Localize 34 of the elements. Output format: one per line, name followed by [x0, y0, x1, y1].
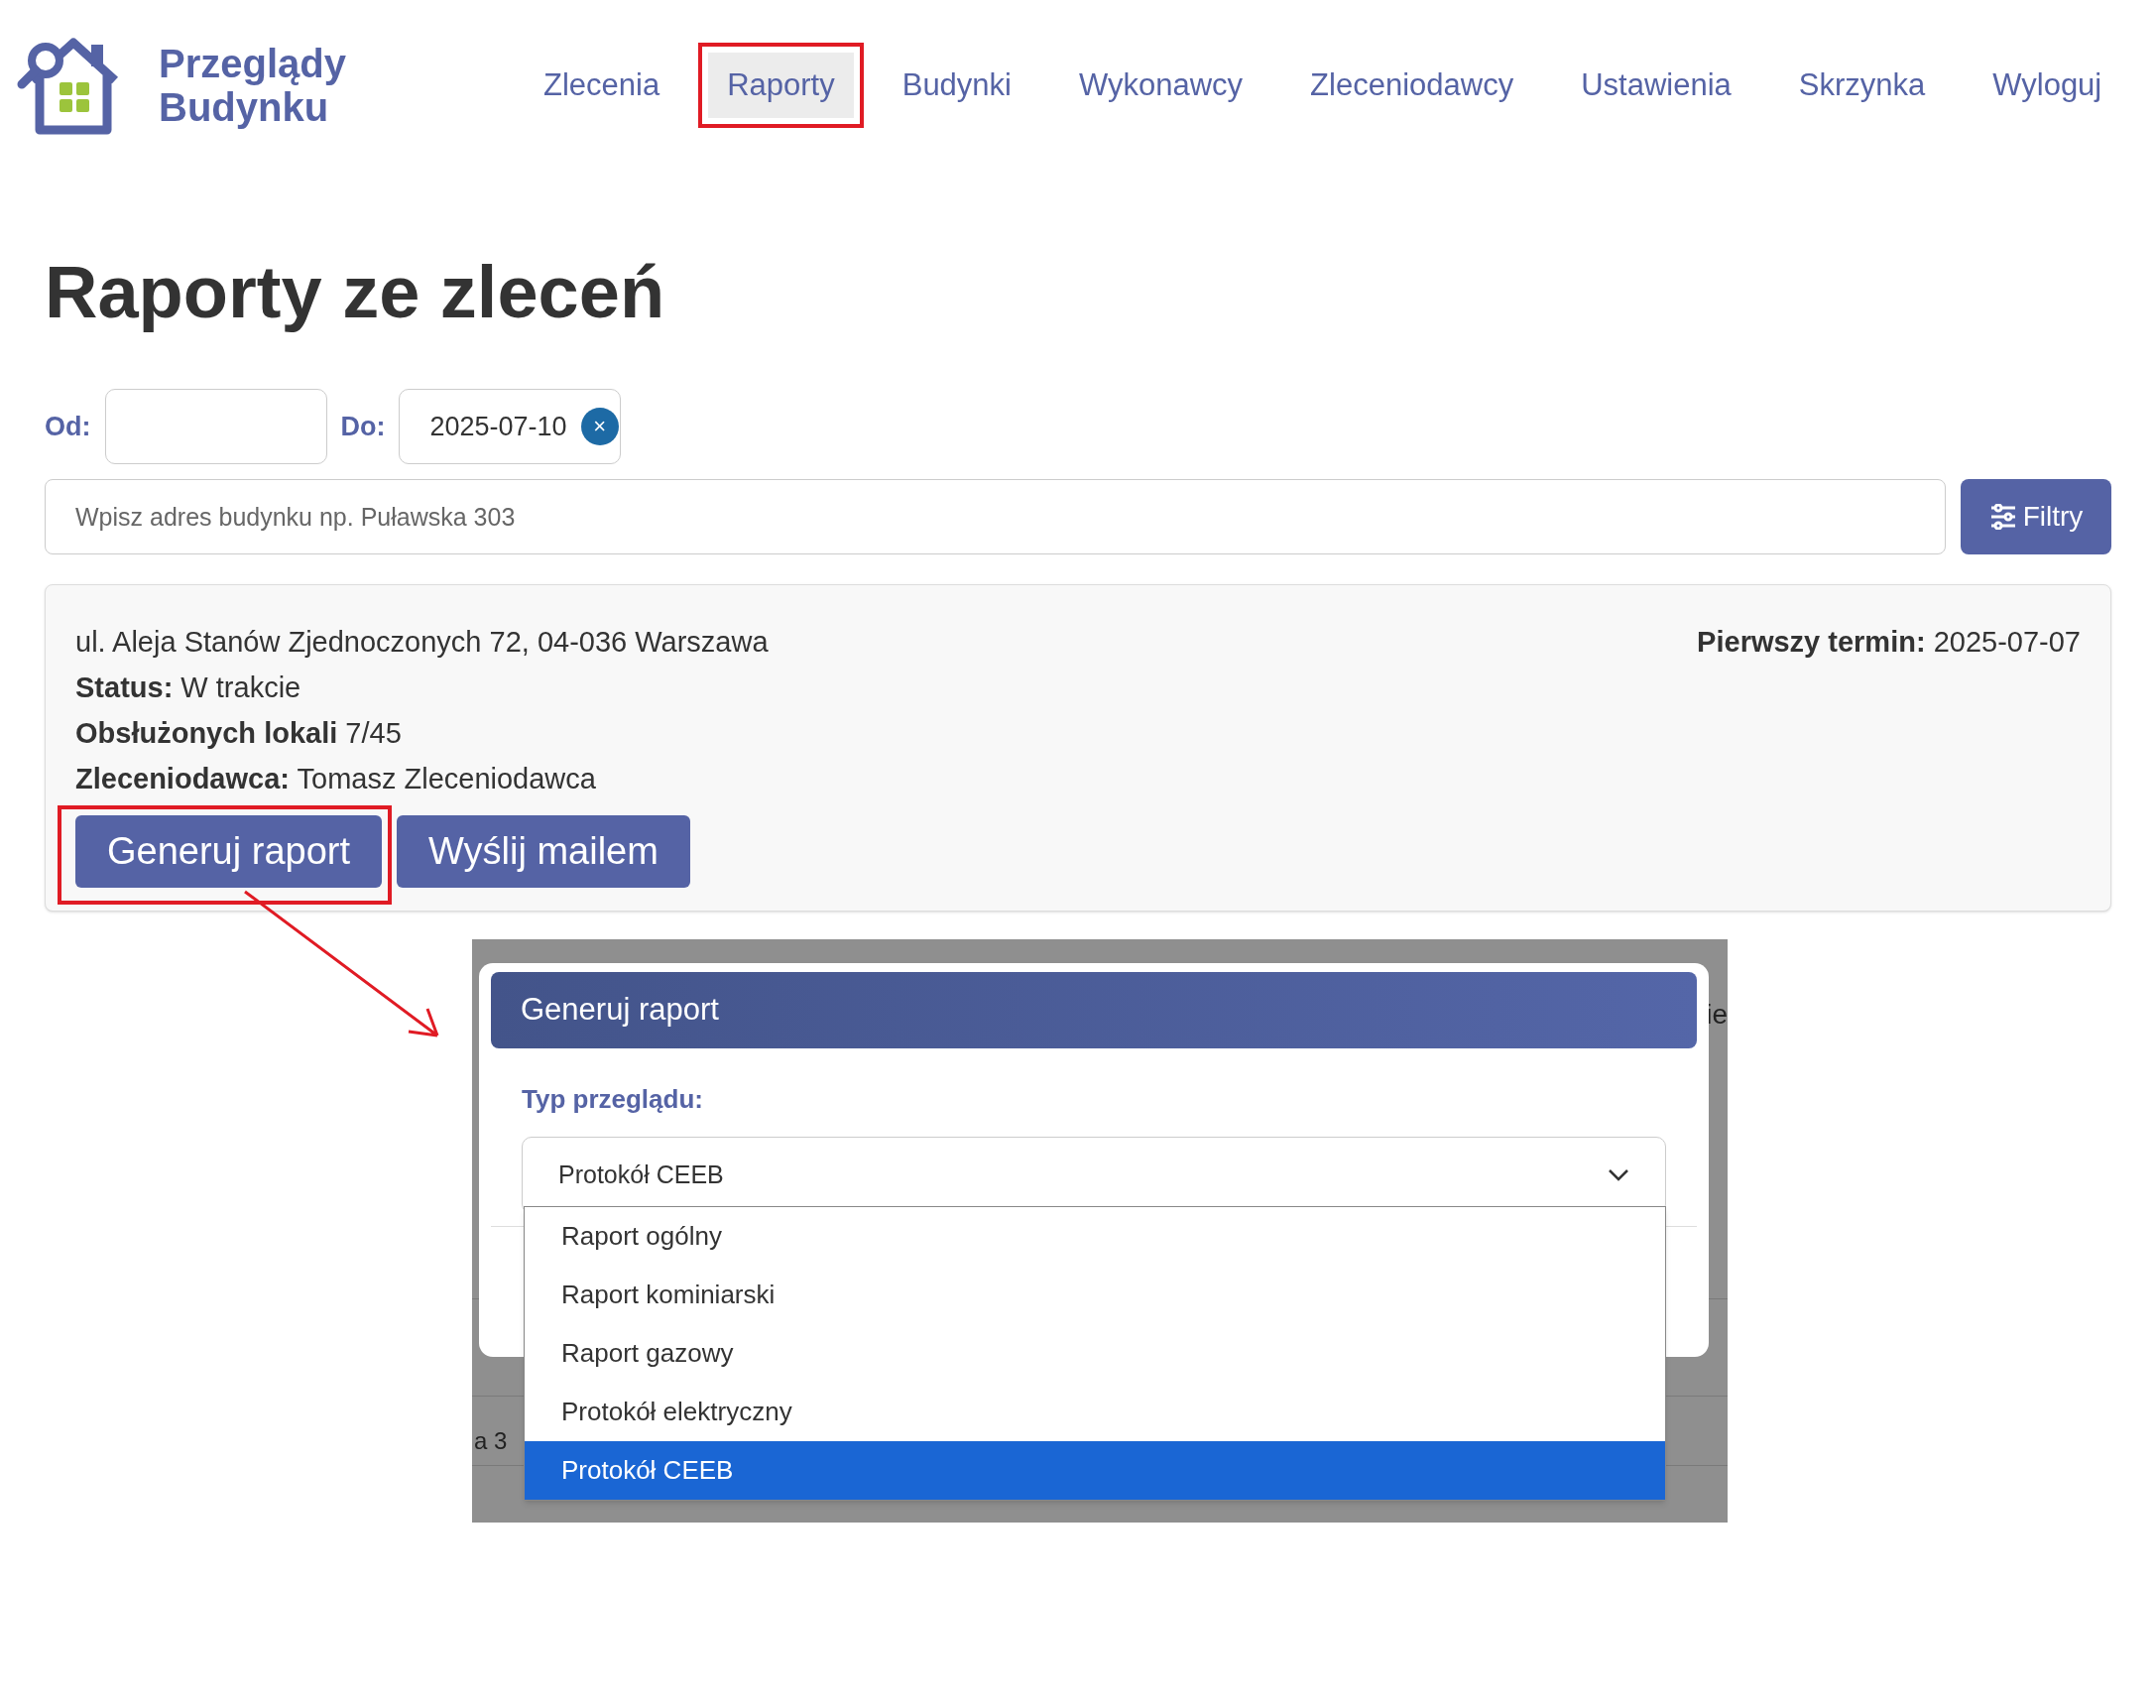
nav-link[interactable]: Raporty — [708, 52, 854, 119]
dropdown-option[interactable]: Raport gazowy — [525, 1324, 1665, 1383]
to-date-field[interactable]: 2025-07-10 × — [399, 389, 622, 464]
dropdown-option[interactable]: Protokół CEEB — [525, 1441, 1665, 1500]
background-text: a 3 — [474, 1426, 508, 1456]
first-term-text: Pierwszy termin: 2025-07-07 — [1697, 625, 2081, 660]
address-text: ul. Aleja Stanów Zjednoczonych 72, 04-036 Warszawa — [75, 625, 769, 660]
dropdown-option[interactable]: Raport kominiarski — [525, 1266, 1665, 1324]
address-search-field[interactable]: Wpisz adres budynku np. Puławska 303 — [45, 479, 1946, 554]
nav-link[interactable]: Budynki — [883, 52, 1030, 119]
nav-link[interactable]: Zleceniodawcy — [1291, 52, 1533, 119]
nav-link[interactable]: Wyloguj — [1974, 52, 2121, 119]
brand-name: Przeglądy — [159, 42, 346, 85]
nav-link[interactable]: Ustawienia — [1562, 52, 1750, 119]
filters-button[interactable]: Filtry — [1961, 479, 2111, 554]
dropdown-option[interactable]: Protokół elektryczny — [525, 1383, 1665, 1441]
from-date-field[interactable] — [104, 389, 327, 464]
page-title: Raporty ze zleceń — [45, 250, 666, 335]
action-button[interactable]: Generuj raport — [75, 815, 382, 888]
detail-text: Zleceniodawca: Tomasz Zleceniodawca — [75, 762, 596, 796]
sliders-icon — [1988, 504, 2017, 530]
nav-link[interactable]: Zlecenia — [524, 52, 679, 119]
detail-text: Status: W trakcie — [75, 671, 301, 705]
nav-link[interactable]: Skrzynka — [1779, 52, 1945, 119]
detail-text: Obsłużonych lokali 7/45 — [75, 716, 402, 751]
nav-link[interactable]: Wykonawcy — [1060, 52, 1262, 119]
action-button[interactable]: Wyślij mailem — [397, 815, 690, 888]
brand-name: Budynku — [159, 85, 330, 129]
clear-button[interactable]: × — [580, 408, 619, 445]
field-label: Typ przeglądu: — [522, 1083, 703, 1116]
to-label: Do: — [340, 410, 386, 443]
modal-title: Generuj raport — [521, 991, 719, 1030]
chevron-down-icon — [1608, 1168, 1629, 1182]
from-label: Od: — [45, 410, 91, 443]
